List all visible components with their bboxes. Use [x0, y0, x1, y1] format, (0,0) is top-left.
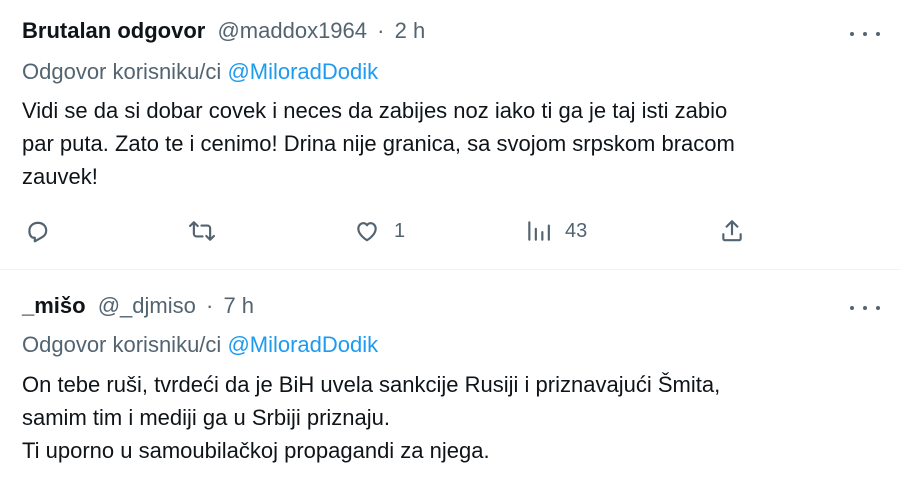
tweet-text-line: On tebe ruši, tvrdeći da je BiH uvela sa… [22, 372, 721, 397]
author-name[interactable]: _mišo [22, 293, 86, 318]
tweet-text-line: samim tim i mediji ga u Srbiji priznaju. [22, 405, 390, 430]
tweet-text: On tebe ruši, tvrdeći da je BiH uvela sa… [22, 368, 882, 467]
tweet-text-line: Ti uporno u samoubilačkoj propagandi za … [22, 438, 490, 463]
mention-link[interactable]: @MiloradDodik [227, 332, 378, 357]
tweet-header: _mišo @_djmiso · 7 h [22, 293, 254, 319]
author-handle[interactable]: @_djmiso [98, 293, 196, 318]
timestamp[interactable]: 7 h [223, 293, 254, 318]
tweet-card[interactable]: _mišo @_djmiso · 7 h Odgovor korisniku/c… [0, 0, 900, 486]
reply-prefix: Odgovor korisniku/ci [22, 332, 222, 357]
reply-context: Odgovor korisniku/ci @MiloradDodik [22, 332, 378, 358]
separator-dot: · [205, 293, 214, 318]
more-icon[interactable] [850, 298, 880, 318]
